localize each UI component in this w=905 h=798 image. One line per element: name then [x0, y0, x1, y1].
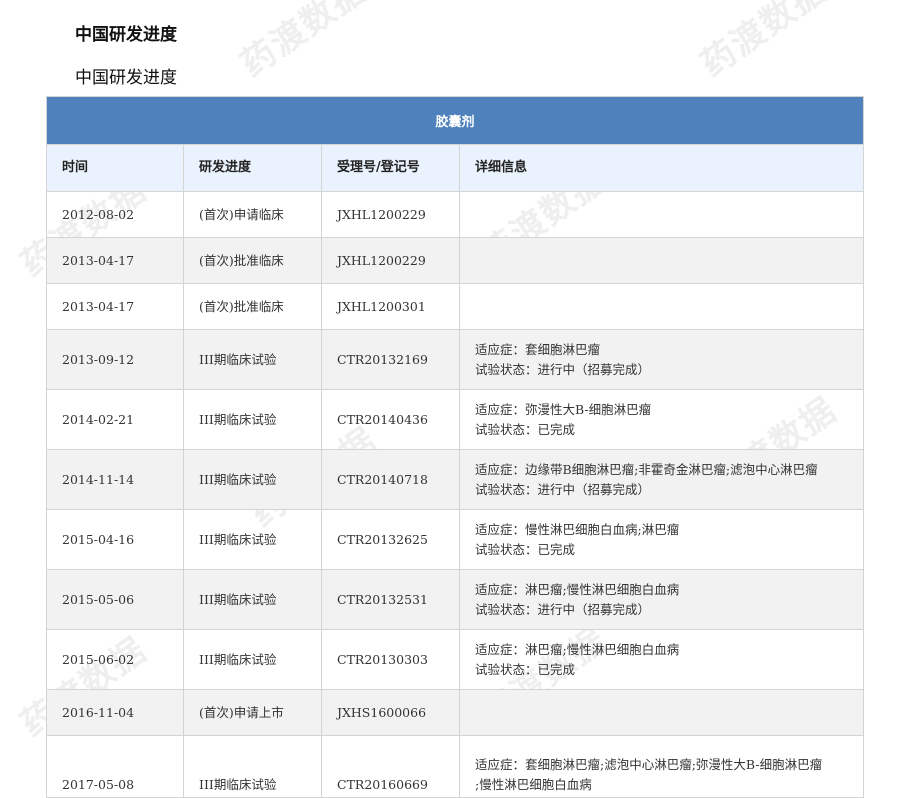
- cell-stage: (首次)申请临床: [183, 191, 322, 238]
- table-header-row: 时间 研发进度 受理号/登记号 详细信息: [46, 144, 865, 192]
- cell-stage: III期临床试验: [183, 389, 322, 450]
- cell-date: 2013-04-17: [46, 237, 184, 284]
- cell-stage: III期临床试验: [183, 569, 322, 630]
- detail-status: 试验状态：已完成: [475, 661, 576, 677]
- column-header-date: 时间: [46, 144, 184, 192]
- detail-indication: 适应症：淋巴瘤;慢性淋巴细胞白血病: [475, 581, 680, 597]
- watermark: 药渡数据: [233, 0, 375, 86]
- table-row: 2014-02-21 III期临床试验 CTR20140436 适应症：弥漫性大…: [46, 389, 865, 450]
- cell-stage: III期临床试验: [183, 509, 322, 570]
- table-caption: 胶囊剂: [45, 96, 865, 145]
- cell-date: 2012-08-02: [46, 191, 184, 238]
- detail-status: 试验状态：进行中（招募完成）: [475, 361, 651, 377]
- cell-date: 2015-04-16: [46, 509, 184, 570]
- detail-indication-continued: ;慢性淋巴细胞白血病: [475, 777, 592, 792]
- table-row: 2014-11-14 III期临床试验 CTR20140718 适应症：边缘带B…: [46, 449, 865, 510]
- cell-detail: [458, 237, 865, 284]
- cell-detail: 适应症：边缘带B细胞淋巴瘤;非霍奇金淋巴瘤;滤泡中心淋巴瘤 试验状态：进行中（招…: [458, 449, 865, 510]
- cell-date: 2016-11-04: [46, 689, 184, 736]
- cell-number: CTR20132531: [321, 569, 460, 630]
- table-row: 2015-05-06 III期临床试验 CTR20132531 适应症：淋巴瘤;…: [46, 569, 865, 630]
- table-row: 2013-04-17 (首次)批准临床 JXHL1200229: [46, 237, 865, 284]
- cell-date: 2013-04-17: [46, 283, 184, 330]
- detail-indication: 适应症：弥漫性大B-细胞淋巴瘤: [475, 401, 652, 417]
- detail-status: 试验状态：进行中（招募完成）: [475, 481, 651, 497]
- column-header-number: 受理号/登记号: [321, 144, 460, 192]
- table-row: 2015-04-16 III期临床试验 CTR20132625 适应症：慢性淋巴…: [46, 509, 865, 570]
- detail-indication: 适应症：套细胞淋巴瘤: [475, 341, 601, 357]
- cell-detail: [458, 283, 865, 330]
- cell-stage: III期临床试验: [183, 629, 322, 690]
- cell-number: JXHS1600066: [321, 689, 460, 736]
- cell-stage: (首次)申请上市: [183, 689, 322, 736]
- cell-date: 2015-06-02: [46, 629, 184, 690]
- cell-stage: III期临床试验: [183, 329, 322, 390]
- column-header-detail: 详细信息: [458, 144, 865, 192]
- detail-status: 试验状态：进行中（招募完成）: [475, 601, 651, 617]
- cell-date: 2014-02-21: [46, 389, 184, 450]
- table-row: 2012-08-02 (首次)申请临床 JXHL1200229: [46, 191, 865, 238]
- cell-detail: 适应症：弥漫性大B-细胞淋巴瘤 试验状态：已完成: [458, 389, 865, 450]
- cell-detail: 适应症：淋巴瘤;慢性淋巴细胞白血病 试验状态：进行中（招募完成）: [458, 569, 865, 630]
- cell-number: JXHL1200301: [321, 283, 460, 330]
- table-row: 2016-11-04 (首次)申请上市 JXHS1600066: [46, 689, 865, 736]
- cell-stage: III期临床试验: [183, 449, 322, 510]
- cell-detail: [458, 191, 865, 238]
- cell-number: JXHL1200229: [321, 191, 460, 238]
- cell-detail: [458, 689, 865, 736]
- cell-number: CTR20160669: [321, 735, 460, 798]
- cell-detail: 适应症：淋巴瘤;慢性淋巴细胞白血病 试验状态：已完成: [458, 629, 865, 690]
- detail-indication: 适应症：边缘带B细胞淋巴瘤;非霍奇金淋巴瘤;滤泡中心淋巴瘤: [475, 461, 818, 477]
- watermark: 药渡数据: [693, 0, 835, 86]
- cell-date: 2015-05-06: [46, 569, 184, 630]
- progress-table: 胶囊剂 时间 研发进度 受理号/登记号 详细信息 2012-08-02 (首次)…: [45, 96, 865, 798]
- cell-number: JXHL1200229: [321, 237, 460, 284]
- cell-date: 2013-09-12: [46, 329, 184, 390]
- table-row: 2013-04-17 (首次)批准临床 JXHL1200301: [46, 283, 865, 330]
- cell-stage: III期临床试验: [183, 735, 322, 798]
- cell-detail: 适应症：慢性淋巴细胞白血病;淋巴瘤 试验状态：已完成: [458, 509, 865, 570]
- detail-indication: 适应症：淋巴瘤;慢性淋巴细胞白血病: [475, 641, 680, 657]
- detail-indication: 适应症：慢性淋巴细胞白血病;淋巴瘤: [475, 521, 680, 537]
- cell-number: CTR20132169: [321, 329, 460, 390]
- cell-number: CTR20140436: [321, 389, 460, 450]
- cell-detail: 适应症：套细胞淋巴瘤;滤泡中心淋巴瘤;弥漫性大B-细胞淋巴瘤 ;慢性淋巴细胞白血…: [458, 735, 865, 798]
- detail-status: 试验状态：已完成: [475, 541, 576, 557]
- section-title: 中国研发进度: [75, 25, 177, 45]
- table-row: 2017-05-08 III期临床试验 CTR20160669 适应症：套细胞淋…: [46, 735, 865, 798]
- detail-status: 试验状态：已完成: [475, 421, 576, 437]
- section-subtitle: 中国研发进度: [75, 68, 177, 88]
- cell-detail: 适应症：套细胞淋巴瘤 试验状态：进行中（招募完成）: [458, 329, 865, 390]
- cell-stage: (首次)批准临床: [183, 237, 322, 284]
- cell-number: CTR20132625: [321, 509, 460, 570]
- detail-indication: 适应症：套细胞淋巴瘤;滤泡中心淋巴瘤;弥漫性大B-细胞淋巴瘤: [475, 757, 823, 772]
- cell-date: 2017-05-08: [46, 735, 184, 798]
- table-row: 2015-06-02 III期临床试验 CTR20130303 适应症：淋巴瘤;…: [46, 629, 865, 690]
- cell-stage: (首次)批准临床: [183, 283, 322, 330]
- cell-number: CTR20130303: [321, 629, 460, 690]
- table-row: 2013-09-12 III期临床试验 CTR20132169 适应症：套细胞淋…: [46, 329, 865, 390]
- cell-date: 2014-11-14: [46, 449, 184, 510]
- column-header-stage: 研发进度: [183, 144, 322, 192]
- cell-number: CTR20140718: [321, 449, 460, 510]
